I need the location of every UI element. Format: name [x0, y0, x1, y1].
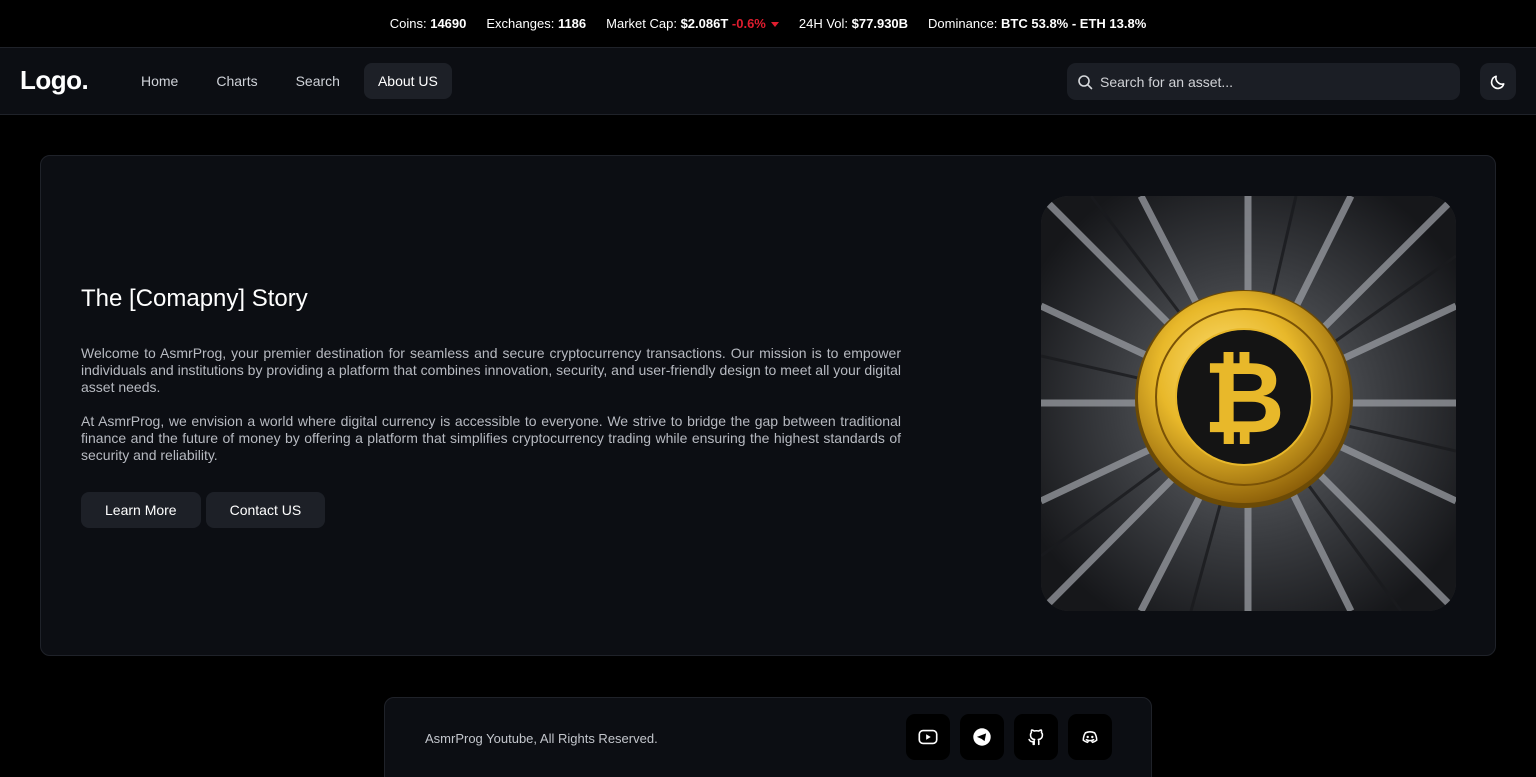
ticker-coins: Coins: 14690 [389, 16, 467, 31]
page-title: The [Comapny] Story [81, 285, 308, 312]
youtube-icon [918, 729, 938, 745]
caret-down-icon [770, 22, 779, 28]
theme-toggle-button[interactable] [1480, 63, 1516, 100]
learn-more-button[interactable]: Learn More [81, 492, 201, 528]
nav-item-charts[interactable]: Charts [202, 63, 271, 99]
about-paragraph-1: Welcome to AsmrProg, your premier destin… [81, 345, 901, 395]
logo[interactable]: Logo. [20, 65, 89, 96]
about-paragraph-2: At AsmrProg, we envision a world where d… [81, 413, 901, 463]
about-card: The [Comapny] Story Welcome to AsmrProg,… [40, 155, 1496, 656]
youtube-link[interactable] [906, 714, 950, 760]
ticker-exchanges: Exchanges: 1186 [486, 16, 587, 31]
ticker-market-cap: Market Cap: $2.086T -0.6% [606, 16, 779, 31]
ticker-dominance: Dominance: BTC 53.8% - ETH 13.8% [928, 16, 1147, 31]
moon-icon [1490, 75, 1505, 90]
market-ticker: Coins: 14690 Exchanges: 1186 Market Cap:… [0, 0, 1536, 47]
search-icon [1078, 74, 1093, 89]
search-box[interactable] [1067, 63, 1460, 100]
telegram-icon [973, 728, 991, 746]
github-icon [1028, 729, 1044, 746]
bitcoin-coin-image: ₿ [1041, 196, 1456, 611]
market-cap-change: -0.6% [731, 16, 766, 31]
discord-link[interactable] [1068, 714, 1112, 760]
navbar: Logo. Home Charts Search About US [0, 47, 1536, 115]
search-input[interactable] [1100, 73, 1440, 90]
nav-item-about-us[interactable]: About US [363, 63, 452, 99]
nav-item-home[interactable]: Home [127, 63, 192, 99]
social-links [906, 714, 1112, 760]
telegram-link[interactable] [960, 714, 1004, 760]
github-link[interactable] [1014, 714, 1058, 760]
cta-buttons: Learn More Contact US [81, 492, 326, 528]
svg-text:₿: ₿ [1203, 339, 1285, 456]
discord-icon [1082, 731, 1098, 744]
copyright-text: AsmrProg Youtube, All Rights Reserved. [425, 731, 658, 746]
nav-item-search[interactable]: Search [282, 63, 354, 99]
nav-menu: Home Charts Search About US [127, 63, 452, 99]
ticker-volume: 24H Vol: $77.930B [798, 16, 909, 31]
footer: AsmrProg Youtube, All Rights Reserved. [384, 697, 1152, 777]
contact-us-button[interactable]: Contact US [205, 492, 326, 528]
